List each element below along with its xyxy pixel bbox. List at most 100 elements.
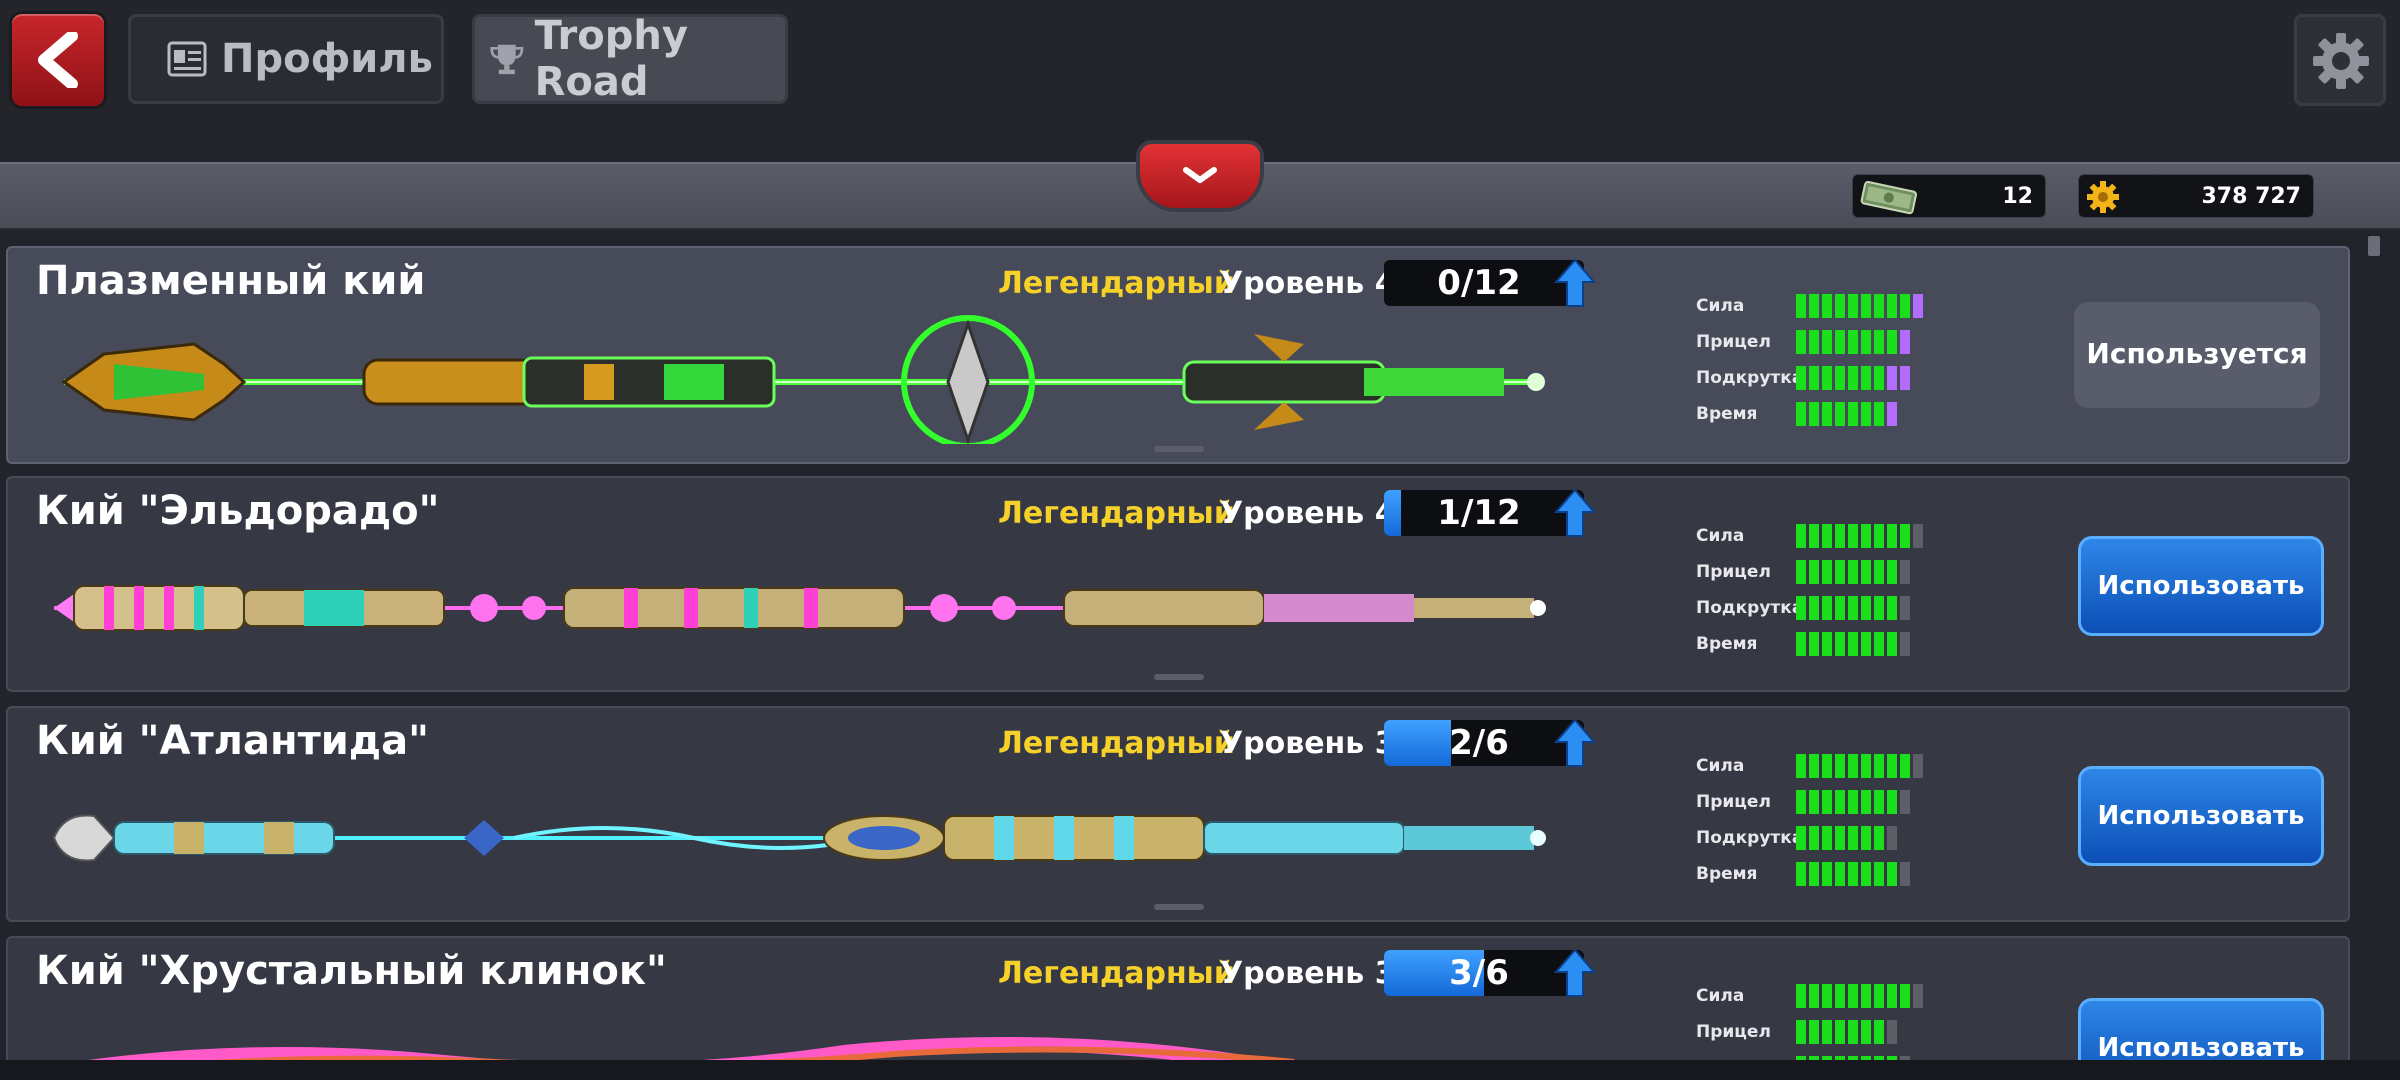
tab-trophy-label: Trophy Road <box>534 13 688 105</box>
stat-segment <box>1822 330 1832 354</box>
stat-label: Время <box>1696 634 1758 654</box>
stat-segment <box>1809 862 1819 886</box>
stat-bar <box>1796 790 1923 814</box>
stat-segment <box>1861 560 1871 584</box>
stat-segment <box>1874 294 1884 318</box>
stat-segment <box>1900 632 1910 656</box>
stat-segment <box>1874 596 1884 620</box>
chevron-down-icon <box>1183 167 1217 183</box>
stat-segment <box>1874 1020 1884 1044</box>
stat-segment <box>1796 402 1806 426</box>
stat-segment <box>1913 754 1923 778</box>
stat-label: Прицел <box>1696 792 1771 812</box>
card-handle <box>1154 446 1204 452</box>
stat-segment <box>1809 984 1819 1008</box>
stat-segment <box>1874 366 1884 390</box>
stat-bar <box>1796 862 1923 886</box>
cue-rarity: Легендарный <box>998 266 1235 301</box>
back-button[interactable] <box>12 14 104 106</box>
stat-segment <box>1861 862 1871 886</box>
stat-segment <box>1835 402 1845 426</box>
tab-trophy-road[interactable]: Trophy Road <box>472 13 788 105</box>
back-arrow-icon <box>38 32 78 88</box>
stat-segment <box>1822 754 1832 778</box>
stat-segment <box>1874 632 1884 656</box>
cue-rarity: Легендарный <box>998 956 1235 991</box>
cue-rarity: Легендарный <box>998 496 1235 531</box>
stat-segment <box>1809 790 1819 814</box>
stat-segment <box>1822 984 1832 1008</box>
stat-segment <box>1796 560 1806 584</box>
stat-segment <box>1887 402 1897 426</box>
stat-segment <box>1887 826 1897 850</box>
stat-segment <box>1874 330 1884 354</box>
stat-segment <box>1835 330 1845 354</box>
collapse-button[interactable] <box>1136 140 1264 212</box>
coin-icon <box>2087 181 2119 213</box>
bottom-edge <box>0 1060 2400 1080</box>
stat-segment <box>1887 790 1897 814</box>
stat-segment <box>1809 632 1819 656</box>
in-use-button[interactable]: Используется <box>2074 302 2320 408</box>
stat-segment <box>1848 984 1858 1008</box>
stat-bar <box>1796 560 1923 584</box>
stat-segment <box>1874 862 1884 886</box>
stat-label: Прицел <box>1696 1022 1771 1042</box>
cue-card[interactable]: Кий "Эльдорадо" Легендарный Уровень 4 1/… <box>6 476 2350 692</box>
stat-segment <box>1822 862 1832 886</box>
upgrade-arrow-icon[interactable] <box>1554 948 1596 998</box>
stat-segment <box>1874 826 1884 850</box>
upgrade-progress-text: 3/6 <box>1449 953 1509 993</box>
stat-label: Прицел <box>1696 562 1771 582</box>
cue-card[interactable]: Плазменный кий Легендарный Уровень 4 0/1… <box>6 246 2350 464</box>
stat-segment <box>1913 294 1923 318</box>
stat-segment <box>1796 862 1806 886</box>
stat-segment <box>1848 402 1858 426</box>
cue-card[interactable]: Кий "Хрустальный клинок" Легендарный Уро… <box>6 936 2350 1076</box>
stat-segment <box>1835 632 1845 656</box>
stat-segment <box>1887 524 1897 548</box>
stat-segment <box>1887 294 1897 318</box>
stat-segment <box>1861 524 1871 548</box>
cue-level: Уровень 3 <box>1220 956 1396 991</box>
stat-segment <box>1822 826 1832 850</box>
stat-segment <box>1861 402 1871 426</box>
use-button[interactable]: Использовать <box>2078 766 2324 866</box>
stat-segment <box>1861 294 1871 318</box>
stat-segment <box>1809 330 1819 354</box>
cue-level: Уровень 4 <box>1220 266 1396 301</box>
stat-segment <box>1900 862 1910 886</box>
cash-counter[interactable]: 12 <box>1852 174 2046 218</box>
upgrade-arrow-icon[interactable] <box>1554 718 1596 768</box>
stat-segment <box>1874 984 1884 1008</box>
upgrade-arrow-icon[interactable] <box>1554 488 1596 538</box>
stat-segment <box>1900 560 1910 584</box>
stat-segment <box>1822 1020 1832 1044</box>
scrollbar-thumb[interactable] <box>2368 236 2380 256</box>
cue-card[interactable]: Кий "Атлантида" Легендарный Уровень 3 2/… <box>6 706 2350 922</box>
settings-button[interactable] <box>2294 14 2386 106</box>
cue-name: Плазменный кий <box>36 258 426 304</box>
stat-segment <box>1835 366 1845 390</box>
stat-segment <box>1900 294 1910 318</box>
stat-segment <box>1900 790 1910 814</box>
use-button[interactable]: Использовать <box>2078 536 2324 636</box>
stat-segment <box>1913 984 1923 1008</box>
stat-bar <box>1796 596 1923 620</box>
profile-card-icon <box>167 41 207 77</box>
stat-segment <box>1835 294 1845 318</box>
cash-icon <box>1860 180 1917 215</box>
coins-counter[interactable]: 378 727 <box>2078 174 2314 218</box>
stat-segment <box>1874 402 1884 426</box>
scrollbar-track[interactable] <box>2362 232 2382 1066</box>
stat-segment <box>1848 1020 1858 1044</box>
stat-bar <box>1796 754 1923 778</box>
upgrade-arrow-icon[interactable] <box>1554 258 1596 308</box>
stat-segment <box>1796 754 1806 778</box>
tab-profile[interactable]: Профиль <box>128 14 444 104</box>
stat-bar <box>1796 366 1923 390</box>
stat-segment <box>1861 596 1871 620</box>
stat-segment <box>1796 596 1806 620</box>
stat-label: Подкрутка <box>1696 598 1804 618</box>
cue-level: Уровень 4 <box>1220 496 1396 531</box>
